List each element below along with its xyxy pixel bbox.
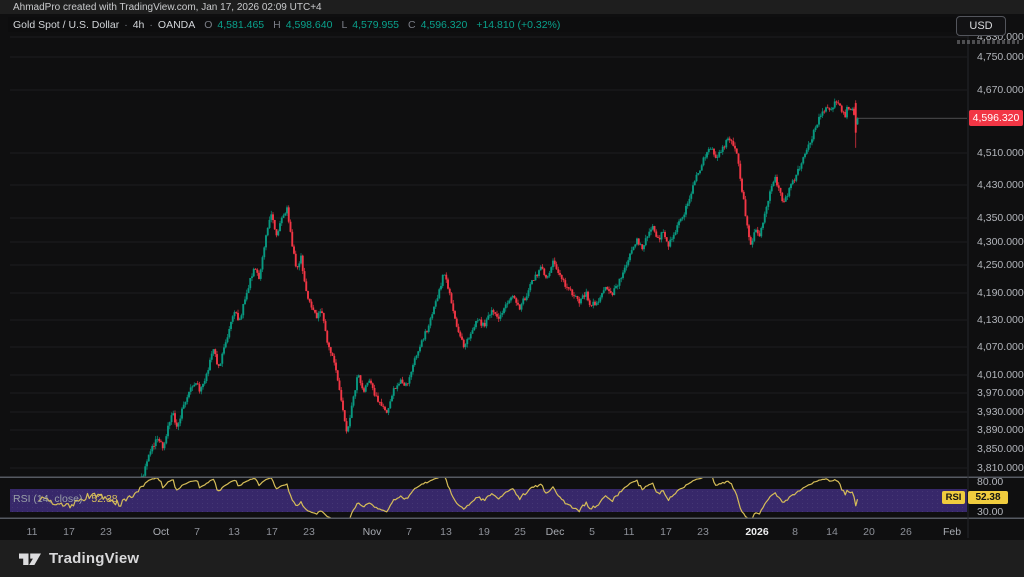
price-tick-label: 4,190.000 xyxy=(977,287,1024,300)
symbol-title[interactable]: Gold Spot / U.S. Dollar xyxy=(13,19,119,31)
fine-print xyxy=(957,40,1019,44)
price-tick-label: 4,750.000 xyxy=(977,51,1024,64)
time-tick-label: 17 xyxy=(660,526,672,538)
price-tick-label: 4,430.000 xyxy=(977,179,1024,192)
time-tick-label: 20 xyxy=(863,526,875,538)
high-value: 4,598.640 xyxy=(286,19,333,31)
time-tick-label: 23 xyxy=(303,526,315,538)
time-tick-label: 2026 xyxy=(745,526,768,538)
low-value: 4,579.955 xyxy=(352,19,399,31)
time-tick-label: 14 xyxy=(826,526,838,538)
time-tick-label: 13 xyxy=(228,526,240,538)
attribution-text: AhmadPro created with TradingView.com, J… xyxy=(13,2,322,13)
price-tick-label: 4,010.000 xyxy=(977,369,1024,382)
time-tick-label: 25 xyxy=(514,526,526,538)
price-tick-label: 4,350.000 xyxy=(977,212,1024,225)
time-tick-label: 17 xyxy=(63,526,75,538)
time-tick-label: 11 xyxy=(624,526,635,538)
price-tick-label: 3,890.000 xyxy=(977,424,1024,437)
open-label: O xyxy=(204,19,212,31)
rsi-value: 52.38 xyxy=(91,493,117,505)
change-value: +14.810 (+0.32%) xyxy=(476,19,560,31)
time-tick-label: 7 xyxy=(194,526,200,538)
time-tick-label: 5 xyxy=(589,526,595,538)
time-tick-label: 11 xyxy=(27,526,38,538)
rsi-value-label: 52.38 xyxy=(968,491,1008,504)
time-tick-label: Nov xyxy=(363,526,382,538)
time-tick-label: 7 xyxy=(406,526,412,538)
time-tick-label: Feb xyxy=(943,526,961,538)
rsi-title[interactable]: RSI (14, close) xyxy=(13,493,82,505)
price-tick-label: 4,250.000 xyxy=(977,259,1024,272)
attribution-bar: AhmadPro created with TradingView.com, J… xyxy=(0,0,1024,15)
price-tick-label: 3,810.000 xyxy=(977,462,1024,475)
price-tick-label: 4,130.000 xyxy=(977,314,1024,327)
rsi-lower-label: 30.00 xyxy=(977,506,1003,518)
tradingview-logo-text: TradingView xyxy=(49,550,139,567)
rsi-upper-label: 80.00 xyxy=(977,476,1003,488)
tradingview-snapshot: AhmadPro created with TradingView.com, J… xyxy=(0,0,1024,577)
close-label: C xyxy=(408,19,416,31)
time-tick-label: 26 xyxy=(900,526,912,538)
legend-separator: · xyxy=(124,19,128,31)
rsi-legend: RSI (14, close) 52.38 xyxy=(13,493,118,505)
symbol-legend: Gold Spot / U.S. Dollar · 4h · OANDA O 4… xyxy=(8,17,960,32)
time-tick-label: Oct xyxy=(153,526,169,538)
footer-bar: TradingView xyxy=(0,540,1024,577)
price-tick-label: 4,070.000 xyxy=(977,341,1024,354)
high-label: H xyxy=(273,19,281,31)
price-tick-label: 4,510.000 xyxy=(977,147,1024,160)
price-tick-label: 3,970.000 xyxy=(977,387,1024,400)
symbol-interval[interactable]: 4h xyxy=(133,19,145,31)
chart-area: Gold Spot / U.S. Dollar · 4h · OANDA O 4… xyxy=(0,14,1024,540)
time-tick-label: Dec xyxy=(546,526,565,538)
rsi-axis-badge: RSI xyxy=(942,491,965,504)
time-tick-label: 19 xyxy=(478,526,490,538)
tradingview-logo-icon xyxy=(18,550,42,568)
close-value: 4,596.320 xyxy=(421,19,468,31)
last-price-label: 4,596.320 xyxy=(969,110,1023,126)
tradingview-logo[interactable]: TradingView xyxy=(18,550,139,568)
time-tick-label: 23 xyxy=(100,526,112,538)
currency-toggle-button[interactable]: USD xyxy=(956,16,1006,36)
legend-separator: · xyxy=(149,19,153,31)
time-tick-label: 8 xyxy=(792,526,798,538)
price-tick-label: 3,930.000 xyxy=(977,406,1024,419)
time-tick-label: 23 xyxy=(697,526,709,538)
low-label: L xyxy=(341,19,347,31)
open-value: 4,581.465 xyxy=(217,19,264,31)
price-tick-label: 4,300.000 xyxy=(977,236,1024,249)
symbol-exchange: OANDA xyxy=(158,19,195,31)
price-tick-label: 4,670.000 xyxy=(977,84,1024,97)
time-tick-label: 13 xyxy=(440,526,452,538)
price-chart-canvas[interactable] xyxy=(0,14,1024,540)
price-tick-label: 3,850.000 xyxy=(977,443,1024,456)
time-tick-label: 17 xyxy=(266,526,278,538)
